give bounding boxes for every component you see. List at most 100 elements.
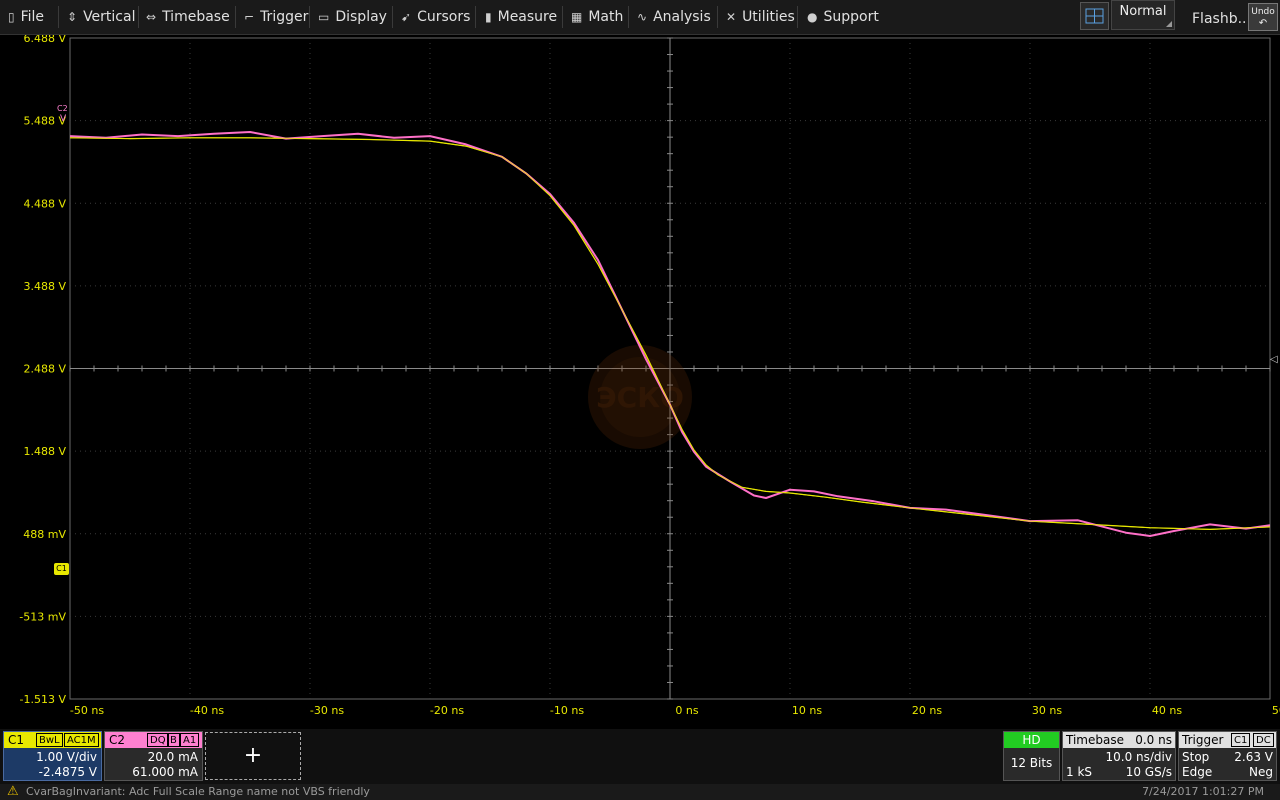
undo-arrow-icon: ↶ [1258,18,1268,29]
trigger-slope: Neg [1249,765,1273,779]
menu-timebase[interactable]: ⇔ Timebase [146,0,230,34]
display-grid-button[interactable] [1080,2,1109,30]
display-icon: ▭ [318,10,330,24]
menu-utilities-label: Utilities [742,9,795,25]
trigger-level: 2.63 V [1234,750,1273,764]
channel-2-b-badge: B [167,733,180,747]
vertical-arrows-icon: ⇕ [67,10,78,24]
menu-support-label: Support [823,9,879,25]
voltage-labels: 6.488 V5.488 V4.488 V3.488 V2.488 V1.488… [19,35,66,706]
menu-math-label: Math [588,9,624,25]
trigger-descriptor[interactable]: Trigger C1 DC Stop 2.63 V Edge Neg [1178,731,1277,781]
channel-2-offset: 61.000 mA [132,765,198,779]
menu-file[interactable]: ▯ File [8,0,44,34]
timebase-label: Timebase [1066,733,1124,747]
time-tick-label: -40 ns [190,704,224,717]
channel-2-dq-badge: DQ [147,733,169,747]
trigger-type: Edge [1182,765,1213,779]
trigger-source-badge: C1 [1231,733,1251,747]
hd-label: HD [1004,732,1059,748]
watermark-logo: ЭСКО [588,345,692,449]
time-tick-label: -30 ns [310,704,344,717]
menu-cursors[interactable]: ➹ Cursors [401,0,470,34]
menu-measure[interactable]: ▮ Measure [485,0,557,34]
undo-label: Undo [1251,7,1275,17]
menu-math[interactable]: ▦ Math [571,0,623,34]
analysis-chart-icon: ∿ [637,10,648,24]
voltage-tick-label: -1.513 V [20,693,67,706]
grid-icon [1085,8,1104,24]
voltage-tick-label: 488 mV [23,528,66,541]
menu-utilities[interactable]: ✕ Utilities [726,0,795,34]
menu-vertical[interactable]: ⇕ Vertical [67,0,135,34]
menu-timebase-label: Timebase [162,9,230,25]
dropdown-corner-icon [1166,21,1172,27]
warning-icon: ⚠ [7,784,19,799]
voltage-tick-label: -513 mV [19,610,66,623]
timebase-descriptor[interactable]: Timebase 0.0 ns 10.0 ns/div 1 kS 10 GS/s [1062,731,1176,781]
time-tick-label: -50 ns [70,704,104,717]
tools-icon: ✕ [726,10,737,24]
status-message: CvarBagInvariant: Adc Full Scale Range n… [26,785,370,798]
menu-support[interactable]: ● Support [807,0,879,34]
trigger-edge-icon: ⌐ [244,10,255,24]
trigger-mode-label: Normal [1119,4,1167,19]
trigger-coupling-badge: DC [1253,733,1274,747]
channel-2-header: C2 DQ B A1 [105,732,202,748]
c2-level-glyph: V [60,114,67,124]
time-tick-label: 10 ns [792,704,822,717]
trigger-mode-selector[interactable]: Normal [1111,0,1175,30]
info-icon: ● [807,10,818,24]
time-tick-label: 0 ns [675,704,698,717]
time-labels: -50 ns -40 ns -30 ns -20 ns -10 ns 0 ns 10 ns 2… [70,704,1280,717]
status-timestamp: 7/24/2017 1:01:27 PM [1142,785,1264,798]
horizontal-arrows-icon: ⇔ [146,10,157,24]
trigger-label: Trigger [1182,733,1224,747]
hd-bits: 12 Bits [1010,756,1053,770]
timebase-scale: 10.0 ns/div [1105,750,1173,764]
channel-1-header: C1 BwL AC1M [4,732,101,748]
menu-file-label: File [20,9,45,25]
menu-trigger-label: Trigger [260,9,309,25]
scope-display[interactable]: ЭСКО 6.488 V5.488 V4.488 V3.488 V2.488 V… [0,35,1280,729]
menu-bar: ▯ File ⇕ Vertical ⇔ Timebase ⌐ Trigger ▭ Disp… [0,0,1280,35]
timebase-sample-rate: 10 GS/s [1125,765,1172,779]
channel-1-descriptor[interactable]: C1 BwL AC1M 1.00 V/div -2.4875 V [3,731,102,781]
add-trace-button[interactable]: + [205,732,301,780]
trigger-run-mode: Stop [1182,750,1210,764]
voltage-tick-label: 6.488 V [23,35,66,45]
undo-button[interactable]: Undo ↶ [1248,3,1278,31]
time-tick-label: -20 ns [430,704,464,717]
timebase-header: Timebase 0.0 ns [1063,732,1175,748]
cursor-icon: ➹ [401,10,412,24]
measure-icon: ▮ [485,10,492,24]
c2-offset-marker[interactable]: C2 [57,104,68,113]
voltage-tick-label: 4.488 V [23,197,66,210]
channel-2-descriptor[interactable]: C2 DQ B A1 20.0 mA 61.000 mA [104,731,203,781]
voltage-tick-label: 1.488 V [23,445,66,458]
status-bar: ⚠ CvarBagInvariant: Adc Full Scale Range… [0,784,1280,800]
menu-vertical-label: Vertical [83,9,136,25]
time-tick-label: -10 ns [550,704,584,717]
timebase-samples: 1 kS [1066,765,1093,779]
channel-1-coupling-badge: AC1M [64,733,99,747]
menu-display[interactable]: ▭ Display [318,0,387,34]
voltage-tick-label: 2.488 V [23,363,66,376]
calculator-icon: ▦ [571,10,583,24]
channel-2-a1-badge: A1 [180,733,200,747]
channel-1-offset: -2.4875 V [38,765,97,779]
channel-2-scale: 20.0 mA [147,750,198,764]
menu-display-label: Display [335,9,387,25]
menu-trigger[interactable]: ⌐ Trigger [244,0,308,34]
menu-analysis-label: Analysis [653,9,711,25]
flashback-button[interactable]: Flashb... [1192,0,1251,36]
c1-offset-marker[interactable]: C1 [54,563,69,575]
trigger-header: Trigger C1 DC [1179,732,1276,748]
hd-resolution-descriptor[interactable]: HD 12 Bits [1003,731,1060,781]
time-tick-label: 50 ns [1272,704,1280,717]
menu-analysis[interactable]: ∿ Analysis [637,0,711,34]
watermark-text: ЭСКО [596,381,684,414]
file-icon: ▯ [8,10,15,24]
channel-2-tag: C2 [109,733,126,747]
trigger-level-marker[interactable]: ◁ [1270,354,1278,365]
